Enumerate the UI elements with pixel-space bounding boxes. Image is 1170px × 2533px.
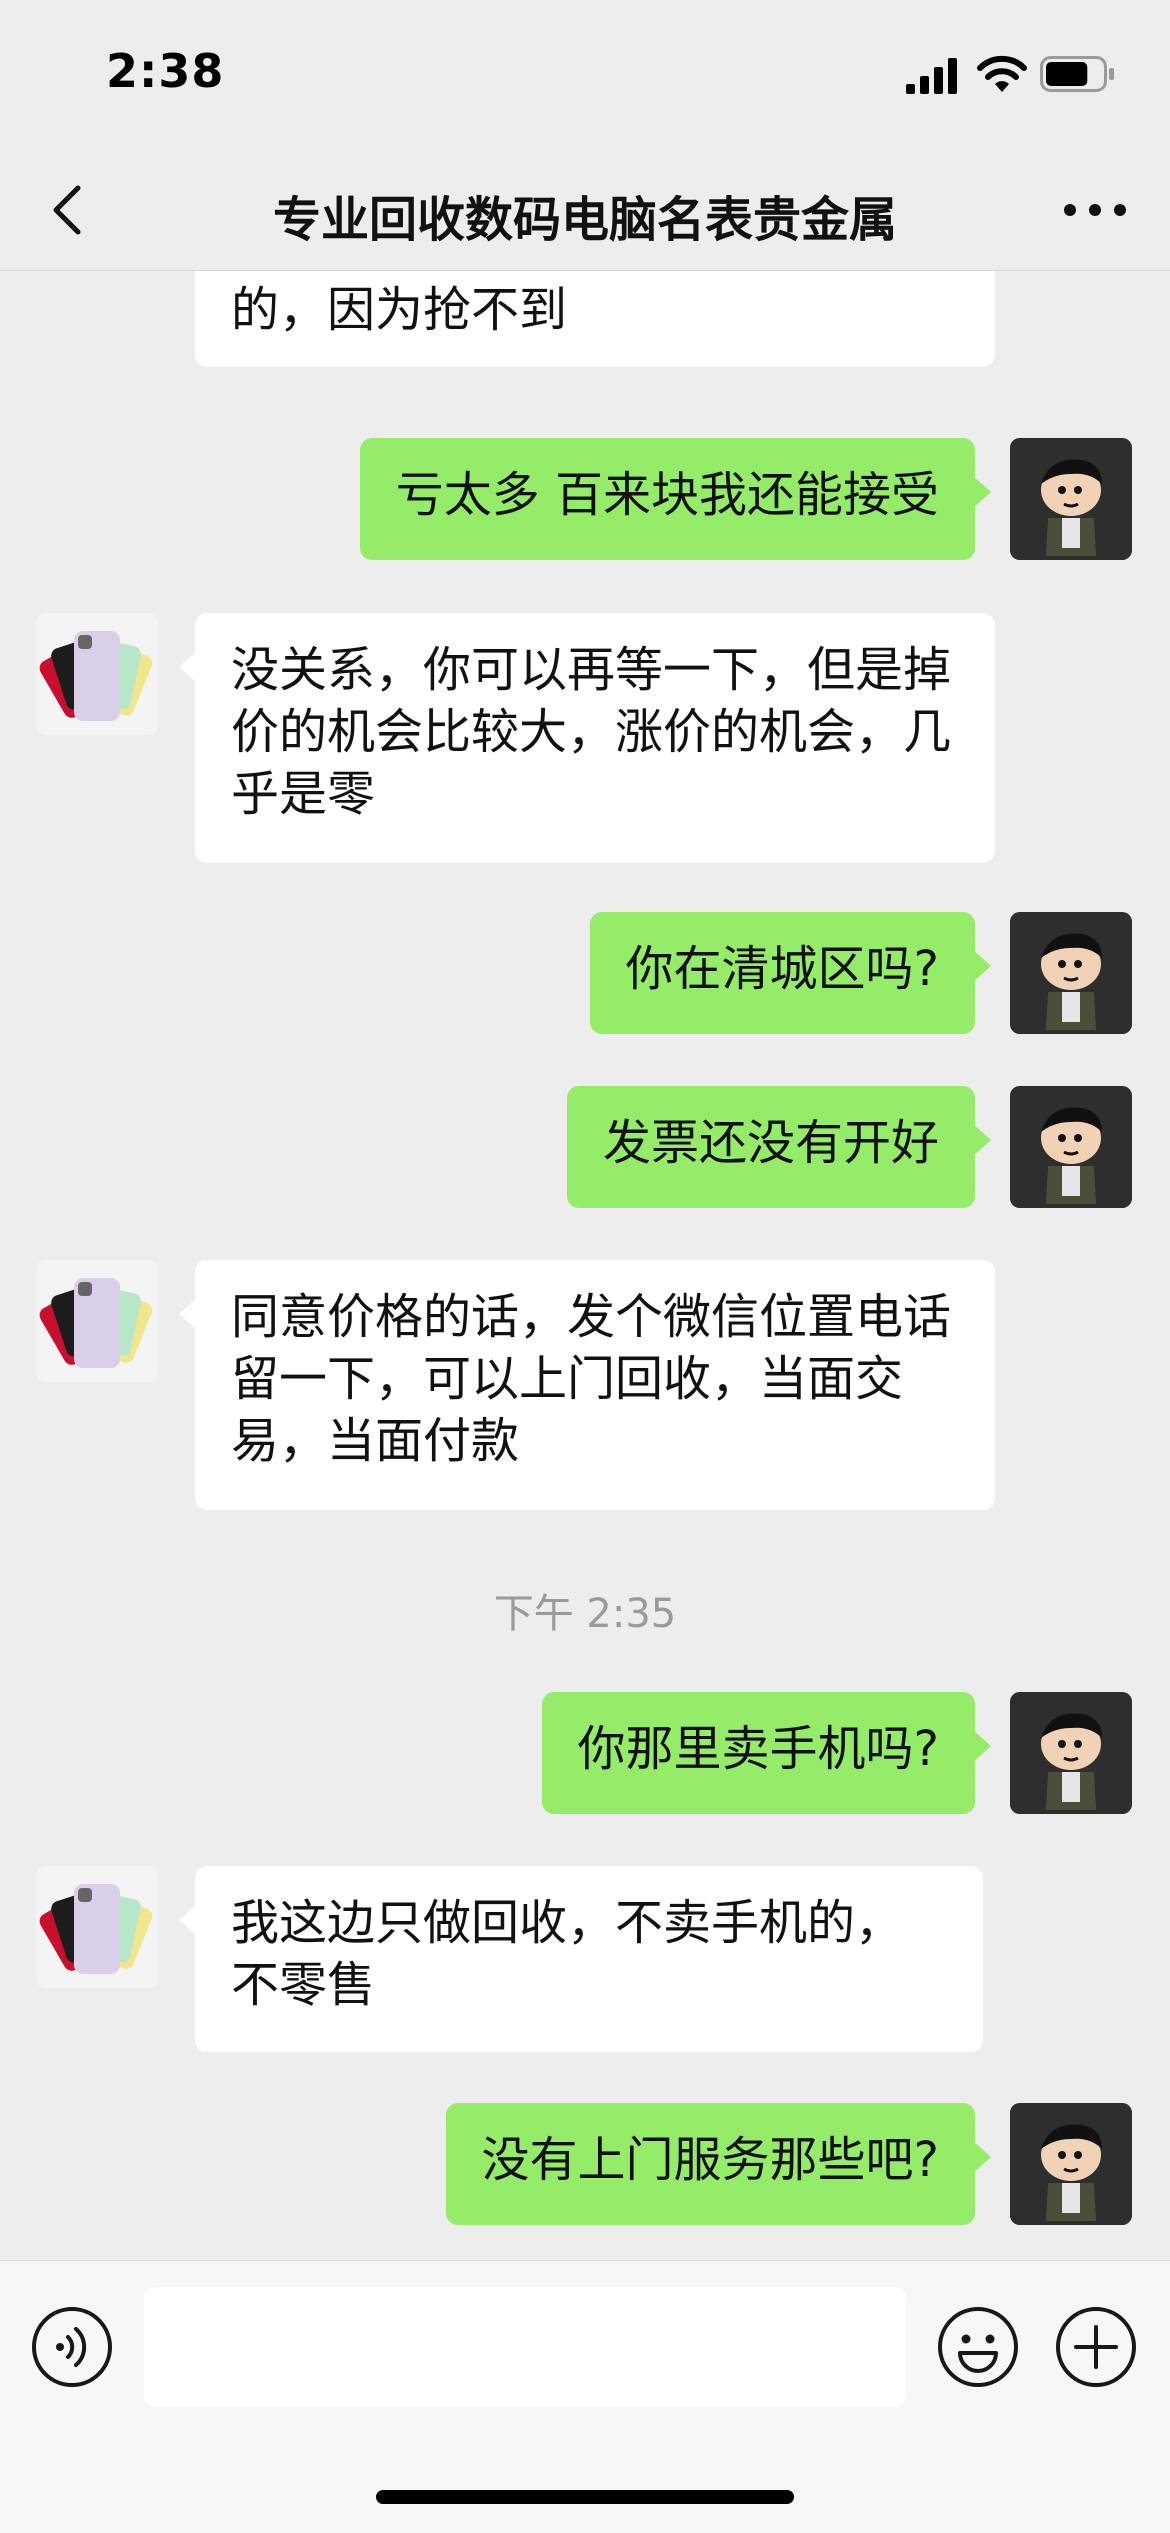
chat-title: 专业回收数码电脑名表贵金属 (272, 192, 897, 248)
contact-avatar[interactable] (36, 1866, 158, 1988)
sent-message-bubble[interactable]: 你在清城区吗? (589, 912, 992, 1034)
sent-message-bubble[interactable]: 没有上门服务那些吧? (445, 2103, 992, 2225)
home-indicator[interactable] (376, 2490, 794, 2504)
plus-icon[interactable] (1054, 2305, 1138, 2389)
phones-avatar-icon (36, 1260, 158, 1382)
more-dots-icon[interactable] (1060, 190, 1130, 230)
sent-message-bubble[interactable]: 亏太多 百来块我还能接受 (359, 438, 992, 560)
message-text: 你在清城区吗? (625, 941, 939, 997)
message-text: 没关系，你可以再等一下，但是掉价的机会比较大，涨价的机会，几乎是零 (231, 642, 952, 822)
message-text: 的，因为抢不到 (231, 282, 568, 338)
phones-avatar-icon (36, 613, 158, 735)
battery-icon (1040, 56, 1114, 92)
status-time: 2:38 (106, 44, 225, 98)
sent-message-bubble[interactable]: 你那里卖手机吗? (541, 1692, 992, 1814)
chat-header: 专业回收数码电脑名表贵金属 (0, 150, 1170, 271)
contact-avatar[interactable] (36, 1260, 158, 1382)
received-message-bubble[interactable]: 没关系，你可以再等一下，但是掉价的机会比较大，涨价的机会，几乎是零 (179, 613, 995, 863)
message-text: 没有上门服务那些吧? (481, 2132, 939, 2188)
wifi-icon (977, 55, 1027, 92)
my-avatar[interactable] (1010, 1086, 1132, 1208)
message-input[interactable] (144, 2287, 906, 2407)
message-text: 亏太多 百来块我还能接受 (395, 467, 939, 523)
cartoon-avatar-icon (1010, 1692, 1132, 1814)
emoji-icon[interactable] (936, 2305, 1020, 2389)
my-avatar[interactable] (1010, 2103, 1132, 2225)
cartoon-avatar-icon (1010, 912, 1132, 1034)
message-text: 你那里卖手机吗? (577, 1721, 939, 1777)
message-timestamp: 下午 2:35 (493, 1591, 677, 1637)
received-message-bubble[interactable]: 同意价格的话，发个微信位置电话留一下，可以上门回收，当面交易，当面付款 (179, 1260, 995, 1510)
contact-avatar[interactable] (36, 613, 158, 735)
voice-icon[interactable] (30, 2305, 114, 2389)
received-message-bubble[interactable]: 我这边只做回收，不卖手机的，不零售 (179, 1866, 983, 2052)
my-avatar[interactable] (1010, 1692, 1132, 1814)
cartoon-avatar-icon (1010, 2103, 1132, 2225)
chat-message-list[interactable]: 的，因为抢不到 亏太多 百来块我还能接受 没关系，你可以再等一下，但是掉价的机会… (0, 271, 1170, 2260)
signal-icon (906, 58, 957, 94)
cartoon-avatar-icon (1010, 438, 1132, 560)
cut-off-text-line (231, 271, 959, 279)
my-avatar[interactable] (1010, 438, 1132, 560)
received-message-bubble[interactable]: 的，因为抢不到 (195, 271, 995, 367)
cartoon-avatar-icon (1010, 1086, 1132, 1208)
status-bar: 2:38 (0, 0, 1170, 150)
message-text: 发票还没有开好 (602, 1115, 939, 1171)
sent-message-bubble[interactable]: 发票还没有开好 (566, 1086, 992, 1208)
my-avatar[interactable] (1010, 912, 1132, 1034)
message-text: 同意价格的话，发个微信位置电话留一下，可以上门回收，当面交易，当面付款 (231, 1289, 952, 1469)
phones-avatar-icon (36, 1866, 158, 1988)
message-text: 我这边只做回收，不卖手机的，不零售 (231, 1895, 904, 2013)
